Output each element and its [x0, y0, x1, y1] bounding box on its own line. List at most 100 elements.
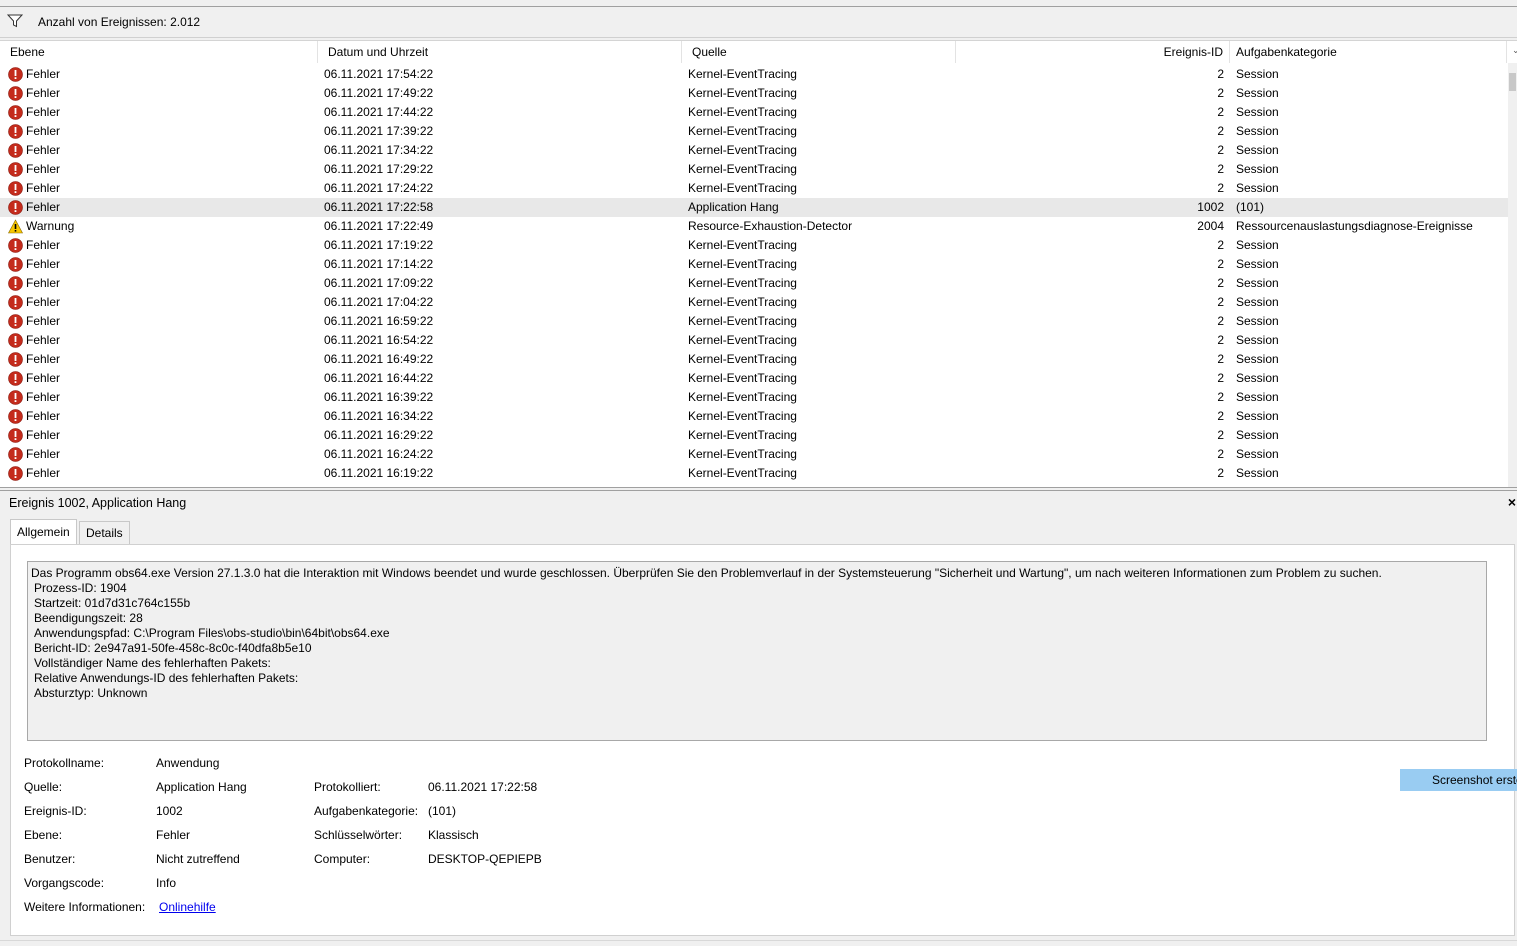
message-line: Prozess-ID: 1904: [34, 581, 127, 595]
cell-date: 06.11.2021 17:39:22: [324, 124, 434, 138]
cell-date: 06.11.2021 16:29:22: [324, 428, 434, 442]
cell-event-id: 1002: [1197, 200, 1224, 214]
cell-date: 06.11.2021 17:24:22: [324, 181, 434, 195]
cell-event-id: 2: [1217, 86, 1224, 100]
message-line: Bericht-ID: 2e947a91-50fe-458c-8c0c-f40d…: [34, 641, 312, 655]
cell-date: 06.11.2021 16:34:22: [324, 409, 434, 423]
error-icon: [8, 333, 23, 348]
table-row[interactable]: Fehler 06.11.2021 17:14:22 Kernel-EventTra…: [0, 255, 1508, 274]
table-row[interactable]: Fehler 06.11.2021 16:24:22 Kernel-EventTra…: [0, 445, 1508, 464]
tab-general[interactable]: Allgemein: [10, 519, 77, 544]
table-row[interactable]: Warnung 06.11.2021 17:22:49 Resource-Exhau…: [0, 217, 1508, 236]
error-icon: [8, 86, 23, 101]
prop-label-level: Ebene:: [24, 828, 63, 842]
prop-value-category: (101): [428, 804, 457, 818]
cell-date: 06.11.2021 17:54:22: [324, 67, 434, 81]
table-row[interactable]: Fehler 06.11.2021 17:54:22 Kernel-EventTra…: [0, 65, 1508, 84]
cell-event-id: 2: [1217, 143, 1224, 157]
table-row[interactable]: Fehler 06.11.2021 16:59:22 Kernel-EventTra…: [0, 312, 1508, 331]
cell-source: Kernel-EventTracing: [688, 124, 797, 138]
column-header-category[interactable]: Aufgabenkategorie: [1230, 41, 1507, 63]
event-message[interactable]: Das Programm obs64.exe Version 27.1.3.0 …: [27, 561, 1487, 741]
cell-event-id: 2: [1217, 466, 1224, 480]
column-header-source[interactable]: Quelle: [682, 41, 956, 63]
screenshot-button[interactable]: Screenshot erste: [1400, 769, 1517, 791]
cell-date: 06.11.2021 17:22:49: [324, 219, 434, 233]
tab-details[interactable]: Details: [79, 521, 130, 544]
filter-icon[interactable]: [6, 14, 24, 31]
online-help-link[interactable]: Onlinehilfe: [159, 900, 216, 914]
error-icon: [8, 409, 23, 424]
cell-source: Kernel-EventTracing: [688, 257, 797, 271]
prop-value-log: Anwendung: [156, 756, 220, 770]
level-text: Fehler: [26, 466, 61, 480]
table-row[interactable]: Fehler 06.11.2021 17:09:22 Kernel-EventTra…: [0, 274, 1508, 293]
scrollbar-thumb[interactable]: [1509, 73, 1516, 91]
level-text: Fehler: [26, 295, 61, 309]
table-row[interactable]: Fehler 06.11.2021 16:34:22 Kernel-EventTra…: [0, 407, 1508, 426]
message-line: Das Programm obs64.exe Version 27.1.3.0 …: [31, 566, 1382, 580]
cell-source: Kernel-EventTracing: [688, 466, 797, 480]
prop-label-opcode: Vorgangscode:: [24, 876, 105, 890]
event-list[interactable]: Ebene Datum und Uhrzeit Quelle Ereignis-…: [0, 40, 1517, 488]
cell-source: Kernel-EventTracing: [688, 238, 797, 252]
cell-date: 06.11.2021 17:19:22: [324, 238, 434, 252]
cell-event-id: 2: [1217, 162, 1224, 176]
cell-category: Session: [1236, 162, 1279, 176]
cell-source: Kernel-EventTracing: [688, 181, 797, 195]
cell-date: 06.11.2021 17:14:22: [324, 257, 434, 271]
table-row[interactable]: Fehler 06.11.2021 17:29:22 Kernel-EventTra…: [0, 160, 1508, 179]
error-icon: [8, 428, 23, 443]
level-text: Fehler: [26, 352, 61, 366]
table-row[interactable]: Fehler 06.11.2021 17:19:22 Kernel-EventTra…: [0, 236, 1508, 255]
table-row[interactable]: Fehler 06.11.2021 17:22:58 Application Han…: [0, 198, 1508, 217]
cell-source: Kernel-EventTracing: [688, 162, 797, 176]
close-icon[interactable]: ×: [1508, 494, 1516, 510]
cell-source: Application Hang: [688, 200, 779, 214]
general-tab-panel: Das Programm obs64.exe Version 27.1.3.0 …: [10, 544, 1515, 936]
table-row[interactable]: Fehler 06.11.2021 16:49:22 Kernel-EventTra…: [0, 350, 1508, 369]
cell-category: Ressourcenauslastungsdiagnose-Ereignisse: [1236, 219, 1473, 233]
cell-category: Session: [1236, 67, 1279, 81]
prop-label-id: Ereignis-ID:: [24, 804, 87, 818]
table-row[interactable]: Fehler 06.11.2021 16:29:22 Kernel-EventTra…: [0, 426, 1508, 445]
error-icon: [8, 276, 23, 291]
cell-event-id: 2: [1217, 105, 1224, 119]
table-row[interactable]: Fehler 06.11.2021 17:04:22 Kernel-EventTra…: [0, 293, 1508, 312]
cell-date: 06.11.2021 17:49:22: [324, 86, 434, 100]
header-chevron-icon[interactable]: ⌄: [1512, 45, 1517, 56]
table-row[interactable]: Fehler 06.11.2021 17:24:22 Kernel-EventTra…: [0, 179, 1508, 198]
table-row[interactable]: Fehler 06.11.2021 17:39:22 Kernel-EventTra…: [0, 122, 1508, 141]
table-row[interactable]: Fehler 06.11.2021 17:44:22 Kernel-EventTra…: [0, 103, 1508, 122]
table-row[interactable]: Fehler 06.11.2021 16:54:22 Kernel-EventTra…: [0, 331, 1508, 350]
column-header-id[interactable]: Ereignis-ID: [956, 41, 1230, 63]
cell-category: Session: [1236, 124, 1279, 138]
prop-label-more-info: Weitere Informationen:: [24, 900, 146, 914]
column-header-level[interactable]: Ebene: [0, 41, 318, 63]
cell-category: (101): [1236, 200, 1265, 214]
cell-event-id: 2: [1217, 409, 1224, 423]
cell-source: Kernel-EventTracing: [688, 371, 797, 385]
level-text: Fehler: [26, 314, 61, 328]
cell-category: Session: [1236, 428, 1279, 442]
level-text: Fehler: [26, 257, 61, 271]
cell-category: Session: [1236, 105, 1279, 119]
error-icon: [8, 466, 23, 481]
column-header-date[interactable]: Datum und Uhrzeit: [318, 41, 682, 63]
table-row[interactable]: Fehler 06.11.2021 16:19:22 Kernel-EventTra…: [0, 464, 1508, 483]
cell-source: Kernel-EventTracing: [688, 105, 797, 119]
error-icon: [8, 371, 23, 386]
table-row[interactable]: Fehler 06.11.2021 17:49:22 Kernel-EventTra…: [0, 84, 1508, 103]
table-row[interactable]: Fehler 06.11.2021 16:39:22 Kernel-EventTra…: [0, 388, 1508, 407]
cell-event-id: 2: [1217, 67, 1224, 81]
level-text: Fehler: [26, 333, 61, 347]
cell-category: Session: [1236, 276, 1279, 290]
cell-category: Session: [1236, 257, 1279, 271]
table-row[interactable]: Fehler 06.11.2021 17:34:22 Kernel-EventTra…: [0, 141, 1508, 160]
table-row[interactable]: Fehler 06.11.2021 16:44:22 Kernel-EventTra…: [0, 369, 1508, 388]
prop-value-id: 1002: [156, 804, 183, 818]
cell-source: Kernel-EventTracing: [688, 86, 797, 100]
list-scrollbar[interactable]: [1508, 63, 1517, 487]
cell-event-id: 2004: [1197, 219, 1224, 233]
prop-label-source: Quelle:: [24, 780, 63, 794]
